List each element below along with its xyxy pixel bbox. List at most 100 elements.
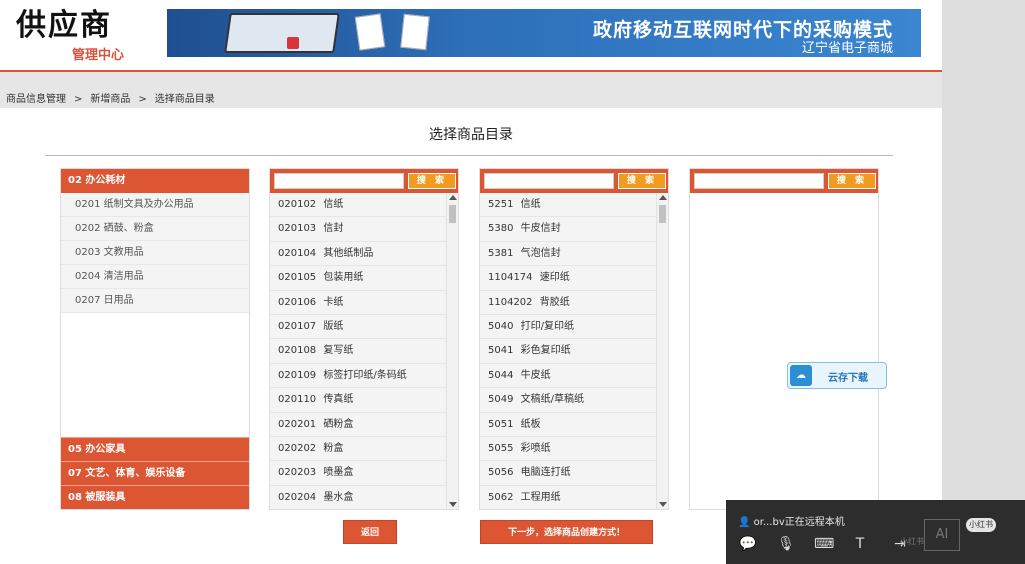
item-code: 020106: [278, 296, 317, 308]
item-code: 020102: [278, 199, 317, 210]
microphone-icon[interactable]: 🎙: [776, 534, 796, 554]
remote-status-label: or...bv正在远程本机: [753, 517, 845, 528]
list-item[interactable]: 5055 彩喷纸: [480, 437, 656, 462]
search-button[interactable]: 搜 索: [408, 173, 456, 189]
item-name: 信纸: [323, 199, 344, 210]
chat-icon[interactable]: 💬: [738, 534, 758, 554]
document-illustration: [354, 13, 386, 51]
list-scrollbar[interactable]: [656, 193, 668, 509]
list-item[interactable]: 5041 彩色复印纸: [480, 339, 656, 364]
item-code: 5380: [488, 223, 514, 235]
item-name: 传真纸: [323, 394, 354, 406]
list-item[interactable]: 020106 卡纸: [270, 291, 446, 315]
list-item[interactable]: 1104202 背胶纸: [480, 291, 656, 315]
search-bar: 搜 索: [270, 169, 458, 193]
item-code: 020109: [278, 369, 317, 381]
list-item[interactable]: 020108 复写纸: [270, 339, 446, 364]
category-panel: 02 办公耗材 0201 纸制文具及办公用品 0202 硒鼓、粉盒 0203 文…: [60, 168, 250, 510]
item-code: 020202: [278, 442, 317, 454]
page-title: 选择商品目录: [429, 127, 513, 143]
breadcrumb-item[interactable]: 商品信息管理: [6, 94, 66, 105]
item-code: 020103: [278, 223, 317, 235]
list-scrollbar[interactable]: [446, 193, 458, 509]
list-item[interactable]: 020107 版纸: [270, 315, 446, 340]
item-code: 020203: [278, 467, 317, 479]
list-item[interactable]: 020102 信纸: [270, 193, 446, 218]
list-item[interactable]: 5056 电脑连打纸: [480, 461, 656, 486]
catalog-panel-level3: 搜 索 5251 信纸 5380 牛皮信封 5381 气泡信封 1104174 …: [479, 168, 669, 510]
back-button[interactable]: 返回: [343, 520, 397, 544]
list-item[interactable]: 020202 粉盒: [270, 437, 446, 462]
catalog-panel-level4: 搜 索: [689, 168, 879, 510]
item-name: 其他纸制品: [323, 247, 374, 259]
list-item[interactable]: 020201 硒粉盒: [270, 413, 446, 437]
catalog-list: 5251 信纸 5380 牛皮信封 5381 气泡信封 1104174 速印纸 …: [480, 193, 656, 509]
next-step-button[interactable]: 下一步，选择商品创建方式！: [480, 520, 653, 544]
list-item[interactable]: 020204 墨水盒: [270, 486, 446, 509]
list-item[interactable]: 5251 信纸: [480, 193, 656, 218]
list-item[interactable]: 020109 标签打印纸/条码纸: [270, 364, 446, 389]
list-item[interactable]: 5380 牛皮信封: [480, 217, 656, 242]
remote-status-text: 👤 or...bv正在远程本机: [738, 513, 845, 528]
search-input[interactable]: [484, 173, 614, 189]
search-button[interactable]: 搜 索: [828, 173, 876, 189]
subcategory-item[interactable]: 0202 硒鼓、粉盒: [61, 217, 249, 241]
scroll-thumb[interactable]: [659, 205, 666, 223]
remote-control-toolbar: 👤 or...bv正在远程本机 💬 🎙 ⌨ T ⇥: [726, 500, 1025, 564]
subcategory-item[interactable]: 0201 纸制文具及办公用品: [61, 193, 249, 217]
subcategory-item[interactable]: 0204 清洁用品: [61, 265, 249, 289]
list-item[interactable]: 5051 纸板: [480, 413, 656, 437]
scroll-up-arrow-icon[interactable]: [449, 195, 457, 200]
subcategory-item[interactable]: 0207 日用品: [61, 289, 249, 313]
item-code: 5051: [488, 418, 514, 430]
item-name: 速印纸: [539, 272, 570, 284]
item-code: 1104202: [488, 296, 533, 308]
breadcrumb-item[interactable]: 新增商品: [90, 94, 130, 105]
item-code: 1104174: [488, 272, 533, 284]
item-name: 彩色复印纸: [520, 345, 571, 357]
item-name: 卡纸: [323, 296, 344, 308]
text-icon[interactable]: T: [850, 534, 870, 554]
item-name: 背胶纸: [539, 296, 570, 308]
list-item[interactable]: 5381 气泡信封: [480, 242, 656, 267]
search-input[interactable]: [694, 173, 824, 189]
category-header[interactable]: 07 文艺、体育、娱乐设备: [61, 461, 249, 485]
site-header: 供应商 管理中心 政府移动互联网时代下的采购模式 辽宁省电子商城: [0, 0, 942, 72]
scroll-up-arrow-icon[interactable]: [659, 195, 667, 200]
scroll-down-arrow-icon[interactable]: [449, 502, 457, 507]
list-item[interactable]: 020104 其他纸制品: [270, 242, 446, 267]
search-button[interactable]: 搜 索: [618, 173, 666, 189]
subcategory-item[interactable]: 0203 文教用品: [61, 241, 249, 265]
category-header-active[interactable]: 02 办公耗材: [61, 169, 249, 193]
list-item[interactable]: 5040 打印/复印纸: [480, 315, 656, 340]
list-item[interactable]: 5062 工程用纸: [480, 486, 656, 509]
category-header[interactable]: 05 办公家具: [61, 437, 249, 461]
list-item[interactable]: 020105 包装用纸: [270, 266, 446, 291]
keyboard-icon[interactable]: ⌨: [814, 534, 834, 554]
item-name: 信封: [323, 223, 344, 235]
site-logo[interactable]: 供应商 管理中心: [16, 10, 136, 64]
item-code: 5251: [488, 199, 514, 210]
item-code: 5040: [488, 320, 514, 332]
item-name: 电脑连打纸: [520, 467, 571, 479]
category-header[interactable]: 08 被服装具: [61, 485, 249, 509]
item-name: 工程用纸: [520, 491, 561, 503]
item-code: 020201: [278, 418, 317, 430]
cloud-download-widget[interactable]: ☁ 云存下载: [787, 362, 887, 389]
item-code: 5049: [488, 394, 514, 406]
category-bottom-group: 05 办公家具 07 文艺、体育、娱乐设备 08 被服装具: [61, 437, 249, 509]
cloud-icon: ☁: [790, 365, 812, 386]
item-code: 020104: [278, 247, 317, 259]
ai-icon[interactable]: AI: [924, 519, 960, 551]
list-item[interactable]: 020103 信封: [270, 217, 446, 242]
scroll-thumb[interactable]: [449, 205, 456, 223]
scroll-down-arrow-icon[interactable]: [659, 502, 667, 507]
list-item[interactable]: 020110 传真纸: [270, 388, 446, 413]
search-input[interactable]: [274, 173, 404, 189]
item-name: 墨水盒: [323, 491, 354, 503]
list-item[interactable]: 5049 文稿纸/草稿纸: [480, 388, 656, 413]
item-code: 020108: [278, 345, 317, 357]
list-item[interactable]: 5044 牛皮纸: [480, 364, 656, 389]
list-item[interactable]: 1104174 速印纸: [480, 266, 656, 291]
list-item[interactable]: 020203 喷墨盒: [270, 461, 446, 486]
